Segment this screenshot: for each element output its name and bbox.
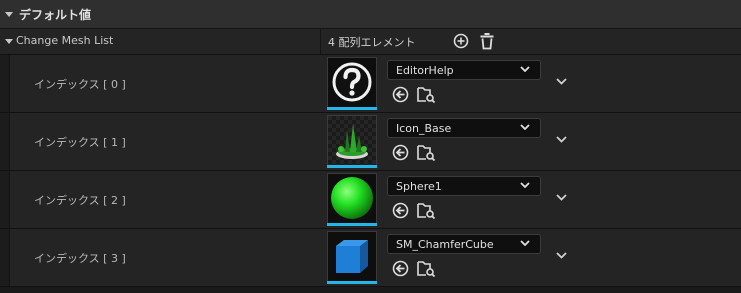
asset-thumbnail[interactable] <box>327 57 377 108</box>
use-selected-asset-icon[interactable] <box>392 86 409 103</box>
question-mark-icon <box>332 62 372 102</box>
thumbnail-accent-bar <box>327 223 377 226</box>
expand-chevron-icon[interactable] <box>556 78 567 85</box>
section-header-default-values[interactable]: デフォルト値 <box>0 0 741 29</box>
array-property-label: Change Mesh List <box>16 34 114 47</box>
asset-name: Sphere1 <box>396 180 442 193</box>
asset-name: EditorHelp <box>396 64 454 77</box>
thumbnail-accent-bar <box>327 165 377 168</box>
plant-base-icon <box>328 116 376 165</box>
row-drag-handle[interactable] <box>0 229 10 286</box>
asset-picker-combo[interactable]: EditorHelp <box>387 60 541 80</box>
expand-chevron-icon[interactable] <box>556 252 567 259</box>
row-drag-handle[interactable] <box>0 171 10 228</box>
element-index-label: インデックス [ 1 ] <box>34 136 126 149</box>
asset-name: Icon_Base <box>396 122 452 135</box>
asset-thumbnail[interactable] <box>327 231 377 282</box>
section-title: デフォルト値 <box>19 7 92 22</box>
array-element-row: インデックス [ 2 ] Sphere1 <box>0 171 741 229</box>
row-drag-handle[interactable] <box>0 113 10 170</box>
use-selected-asset-icon[interactable] <box>392 144 409 161</box>
array-element-count: 4 配列エレメント <box>328 36 416 49</box>
asset-thumbnail[interactable] <box>327 115 377 166</box>
chevron-down-icon <box>520 240 530 246</box>
element-index-label: インデックス [ 2 ] <box>34 194 126 207</box>
blue-cube-icon <box>336 240 368 273</box>
element-index-label: インデックス [ 0 ] <box>34 78 126 91</box>
array-element-row: インデックス [ 0 ] EditorHelp <box>0 55 741 113</box>
collapse-arrow-icon[interactable] <box>5 11 13 17</box>
plus-circle-icon[interactable] <box>453 33 469 49</box>
asset-thumbnail[interactable] <box>327 173 377 224</box>
trash-icon[interactable] <box>479 32 495 50</box>
browse-folder-search-icon[interactable] <box>417 86 436 103</box>
browse-folder-search-icon[interactable] <box>417 260 436 277</box>
browse-folder-search-icon[interactable] <box>417 202 436 219</box>
chevron-down-icon <box>520 182 530 188</box>
asset-picker-combo[interactable]: Sphere1 <box>387 176 541 196</box>
thumbnail-accent-bar <box>327 281 377 284</box>
asset-picker-combo[interactable]: SM_ChamferCube <box>387 234 541 254</box>
row-drag-handle[interactable] <box>0 55 10 112</box>
element-index-label: インデックス [ 3 ] <box>34 252 126 265</box>
array-element-row: インデックス [ 1 ] Icon_Base <box>0 113 741 171</box>
expand-chevron-icon[interactable] <box>556 194 567 201</box>
green-sphere-icon <box>331 177 373 219</box>
use-selected-asset-icon[interactable] <box>392 202 409 219</box>
use-selected-asset-icon[interactable] <box>392 260 409 277</box>
chevron-down-icon <box>520 124 530 130</box>
asset-name: SM_ChamferCube <box>396 238 494 251</box>
expand-chevron-icon[interactable] <box>556 136 567 143</box>
array-property-row: Change Mesh List 4 配列エレメント <box>0 29 741 55</box>
column-splitter[interactable] <box>320 29 321 54</box>
thumbnail-accent-bar <box>327 107 377 110</box>
browse-folder-search-icon[interactable] <box>417 144 436 161</box>
chevron-down-icon <box>520 66 530 72</box>
expand-arrow-icon[interactable] <box>5 39 13 44</box>
array-element-row: インデックス [ 3 ] SM_ChamferCube <box>0 229 741 287</box>
asset-picker-combo[interactable]: Icon_Base <box>387 118 541 138</box>
